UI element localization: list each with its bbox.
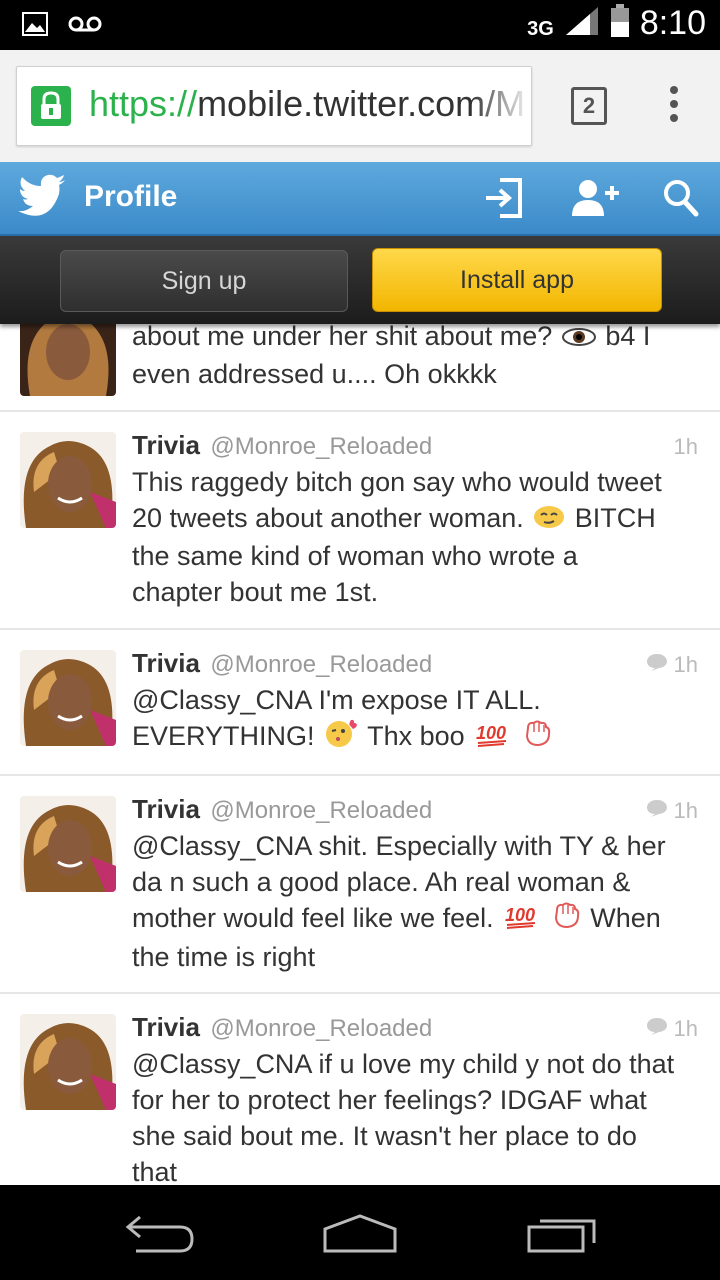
svg-text:100: 100 <box>505 905 535 925</box>
tab-switcher-button[interactable]: 2 <box>571 87 607 125</box>
tweet-text-line: BITCH <box>574 503 656 533</box>
header-title: Profile <box>84 180 178 213</box>
tweet[interactable]: Trivia @Monroe_Reloaded 1h @Classy_CNA I… <box>0 630 720 776</box>
tweet-author-handle[interactable]: @Monroe_Reloaded <box>210 433 432 460</box>
screen: about me under her shit about me? b4 I e… <box>0 0 720 1280</box>
tweet-text-line: about me under her shit about me? <box>132 321 553 351</box>
tweet-text-line: @Classy_CNA if u love my child y not do … <box>132 1049 675 1079</box>
url-scheme: https:// <box>89 83 198 124</box>
network-type: 3G <box>527 18 554 40</box>
tweet-text-line: Thx boo <box>367 721 465 751</box>
tweet-author-handle[interactable]: @Monroe_Reloaded <box>210 797 432 824</box>
tweet-author-handle[interactable]: @Monroe_Reloaded <box>210 1015 432 1042</box>
tweet-text-line: @Classy_CNA shit. Especially with TY & h… <box>132 831 666 861</box>
fist-emoji-icon <box>522 718 552 757</box>
home-icon[interactable] <box>322 1213 398 1260</box>
battery-icon <box>610 4 630 43</box>
url-text[interactable]: https://mobile.twitter.com/M <box>89 83 525 125</box>
sign-up-button[interactable]: Sign up <box>60 250 348 312</box>
status-bar: 3G 8:10 <box>0 0 720 50</box>
tweet-author-name[interactable]: Trivia <box>132 794 200 824</box>
tweet-text-line: @Classy_CNA I'm expose IT ALL. <box>132 685 541 715</box>
tweet-text-line: she said bout me. It wasn't her place to… <box>132 1121 637 1151</box>
svg-text:100: 100 <box>476 723 506 743</box>
tweet-author-handle[interactable]: @Monroe_Reloaded <box>210 651 432 678</box>
tweet-text-line: the time is right <box>132 942 316 973</box>
kiss-emoji-icon <box>324 718 358 757</box>
tweet-time-text: 1h <box>673 652 698 677</box>
tweet-text-line: mother would feel like we feel. <box>132 903 494 933</box>
overflow-menu-icon[interactable] <box>664 86 684 128</box>
recent-apps-icon[interactable] <box>526 1213 598 1260</box>
tweet-timestamp: 1h <box>646 1016 698 1042</box>
avatar[interactable] <box>20 650 116 746</box>
hundred-points-emoji-icon: 100 <box>474 719 510 756</box>
fist-emoji-icon <box>551 900 581 939</box>
reply-bubble-icon[interactable] <box>646 652 668 678</box>
tweet[interactable]: Trivia @Monroe_Reloaded 1h @Classy_CNA i… <box>0 994 720 1185</box>
sign-in-icon[interactable] <box>484 178 522 223</box>
tweet-text-line: that <box>132 1157 178 1185</box>
tweet-author-name[interactable]: Trivia <box>132 430 200 460</box>
avatar[interactable] <box>20 1014 116 1110</box>
android-nav-bar <box>0 1185 720 1280</box>
tweet-author-name[interactable]: Trivia <box>132 1012 200 1042</box>
avatar[interactable] <box>20 432 116 528</box>
reply-bubble-icon[interactable] <box>646 1016 668 1042</box>
address-bar[interactable]: https://mobile.twitter.com/M <box>16 66 532 146</box>
tweet-header: Trivia @Monroe_Reloaded <box>132 430 432 461</box>
twitter-header: Profile <box>0 162 720 236</box>
tweet-text-line: da n such a good place. Ah real woman & <box>132 867 631 897</box>
url-fade <box>471 67 531 145</box>
signal-icon <box>564 5 600 42</box>
lock-icon[interactable] <box>31 86 71 126</box>
follow-user-icon[interactable] <box>570 178 622 223</box>
tweet-text: about me under her shit about me? b4 I e… <box>132 318 702 392</box>
tweet-text-line: b4 I <box>605 321 651 351</box>
tweet-header: Trivia @Monroe_Reloaded <box>132 794 432 825</box>
tweet-time-text: 1h <box>673 434 698 459</box>
voicemail-icon <box>68 14 102 39</box>
tweet-text: @Classy_CNA I'm expose IT ALL. EVERYTHIN… <box>132 682 702 757</box>
reply-bubble-icon[interactable] <box>646 798 668 824</box>
clock: 8:10 <box>639 4 706 42</box>
tweet-text: @Classy_CNA if u love my child y not do … <box>132 1046 702 1185</box>
tweet-text-line: EVERYTHING! <box>132 721 315 751</box>
eye-emoji-icon <box>561 320 596 356</box>
app-promo-bar: Sign up Install app <box>0 236 720 324</box>
smirk-emoji-icon <box>533 501 565 538</box>
back-icon[interactable] <box>124 1213 196 1260</box>
tweet-text-line: When <box>590 903 661 933</box>
install-app-button[interactable]: Install app <box>372 248 662 312</box>
tweet-text-line: 20 tweets about another woman. <box>132 503 524 533</box>
tweet[interactable]: Trivia @Monroe_Reloaded 1h @Classy_CNA s… <box>0 776 720 994</box>
search-icon[interactable] <box>662 178 700 223</box>
tweet-time-text: 1h <box>673 798 698 823</box>
tweet-text-line: the same kind of woman who wrote a <box>132 541 578 572</box>
browser-toolbar: https://mobile.twitter.com/M 2 <box>0 50 720 162</box>
tweet[interactable]: Trivia @Monroe_Reloaded 1h This raggedy … <box>0 412 720 630</box>
twitter-bird-icon[interactable] <box>18 174 66 223</box>
tweet-timestamp: 1h <box>646 652 698 678</box>
tweet-header: Trivia @Monroe_Reloaded <box>132 648 432 679</box>
tweet-text: This raggedy bitch gon say who would twe… <box>132 464 702 610</box>
tweet-timestamp: 1h <box>674 434 698 460</box>
tweet-text-line: for her to protect her feelings? IDGAF w… <box>132 1085 647 1115</box>
tweet-author-name[interactable]: Trivia <box>132 648 200 678</box>
image-icon <box>22 12 48 41</box>
hundred-points-emoji-icon: 100 <box>503 901 539 938</box>
tweet-text: @Classy_CNA shit. Especially with TY & h… <box>132 828 702 975</box>
tweet-text-line: This raggedy bitch gon say who would twe… <box>132 467 662 497</box>
avatar[interactable] <box>20 796 116 892</box>
tweet-header: Trivia @Monroe_Reloaded <box>132 1012 432 1043</box>
tweet-time-text: 1h <box>673 1016 698 1041</box>
tweet-timestamp: 1h <box>646 798 698 824</box>
tweet-text-line: even addressed u.... Oh okkkk <box>132 358 497 389</box>
tweet-text-line: chapter bout me 1st. <box>132 577 379 608</box>
